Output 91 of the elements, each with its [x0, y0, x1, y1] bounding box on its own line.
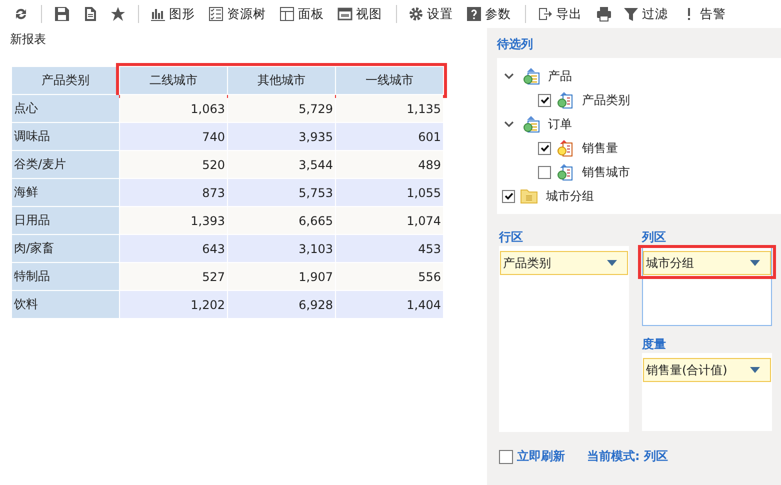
tree-item[interactable]: 产品类别 — [582, 92, 630, 108]
measure-icon — [556, 139, 574, 157]
table-cell: 1,404 — [336, 291, 443, 318]
checkbox[interactable] — [538, 166, 551, 178]
refresh-icon — [13, 6, 29, 22]
row-header-cell: 饮料 — [12, 291, 119, 318]
field-chip[interactable]: 城市分组 — [643, 251, 771, 275]
caret-icon — [750, 260, 760, 266]
checkbox[interactable] — [502, 190, 515, 202]
table-cell: 6,928 — [228, 291, 335, 318]
folder-icon — [520, 187, 538, 205]
table-cell: 520 — [120, 151, 227, 178]
panel-title: 待选列 — [497, 36, 534, 53]
table-cell: 1,135 — [336, 95, 443, 122]
table-cell: 643 — [120, 235, 227, 262]
toolbar-button[interactable]: 告警 — [677, 4, 733, 24]
tree-item[interactable]: 销售城市 — [582, 164, 630, 180]
table-cell: 1,202 — [120, 291, 227, 318]
row-header-cell: 谷类/麦片 — [12, 151, 119, 178]
zone-title: 列区 — [642, 229, 667, 246]
tree-item[interactable]: 销售量 — [582, 140, 618, 156]
window-icon — [337, 6, 353, 22]
table-cell: 5,753 — [228, 179, 335, 206]
toolbar-button[interactable]: 图形 — [146, 4, 202, 24]
table-cell: 489 — [336, 151, 443, 178]
table-cell: 6,665 — [228, 207, 335, 234]
row-header-cell: 调味品 — [12, 123, 119, 150]
row-header-cell: 肉/家畜 — [12, 235, 119, 262]
table-icon — [522, 115, 540, 133]
toolbar-button[interactable]: 参数 — [462, 4, 518, 24]
checkbox[interactable] — [499, 450, 513, 464]
table-cell: 1,074 — [336, 207, 443, 234]
checkbox[interactable] — [538, 142, 551, 154]
zone-title: 行区 — [499, 229, 524, 246]
row-header-cell: 海鲜 — [12, 179, 119, 206]
layout-icon — [279, 6, 295, 22]
checklist-icon — [208, 6, 224, 22]
header-cell: 一线城市 — [336, 67, 443, 94]
gear-icon — [408, 6, 424, 22]
toolbar-button[interactable]: 资源树 — [204, 4, 273, 24]
header-cell: 二线城市 — [120, 67, 227, 94]
toolbar-button[interactable]: 过滤 — [619, 4, 675, 24]
toolbar-button[interactable]: 面板 — [275, 4, 331, 24]
question-icon — [466, 6, 482, 22]
dimension-icon — [556, 163, 574, 181]
table-cell: 5,729 — [228, 95, 335, 122]
caret-icon — [607, 260, 617, 266]
field-chip[interactable]: 销售量(合计值) — [643, 358, 771, 382]
bar-chart-icon — [150, 6, 166, 22]
table-cell: 3,935 — [228, 123, 335, 150]
row-header-cell: 点心 — [12, 95, 119, 122]
table-cell: 1,907 — [228, 263, 335, 290]
table-cell: 1,055 — [336, 179, 443, 206]
document-icon — [82, 6, 98, 22]
table-cell: 601 — [336, 123, 443, 150]
dimension-icon — [556, 91, 574, 109]
table-cell: 3,544 — [228, 151, 335, 178]
table-cell: 453 — [336, 235, 443, 262]
exclamation-icon — [687, 7, 691, 21]
tree-item[interactable]: 产品 — [548, 68, 572, 84]
table-cell: 1,393 — [120, 207, 227, 234]
table-cell: 556 — [336, 263, 443, 290]
checkbox-label[interactable]: 立即刷新 — [517, 448, 565, 465]
tree-item[interactable]: 订单 — [548, 116, 572, 132]
zone-title: 度量 — [642, 336, 667, 353]
table-icon — [522, 67, 540, 85]
printer-icon — [596, 6, 612, 22]
tree-item[interactable]: 城市分组 — [546, 188, 594, 204]
toolbar-button[interactable]: 视图 — [333, 4, 389, 24]
save-icon — [54, 6, 70, 22]
table-cell: 527 — [120, 263, 227, 290]
table-cell: 873 — [120, 179, 227, 206]
table-cell: 740 — [120, 123, 227, 150]
toolbar-button[interactable]: 导出 — [533, 4, 589, 24]
row-header-cell: 日用品 — [12, 207, 119, 234]
export-icon — [537, 6, 553, 22]
header-cell: 其他城市 — [228, 67, 335, 94]
row-header-cell: 特制品 — [12, 263, 119, 290]
report-title: 新报表 — [10, 31, 47, 48]
toolbar-button[interactable]: 设置 — [404, 4, 460, 24]
header-cell: 产品类别 — [12, 67, 119, 94]
caret-icon — [750, 367, 760, 373]
checkbox[interactable] — [538, 94, 551, 106]
mode-label: 当前模式: 列区 — [587, 448, 668, 465]
field-chip[interactable]: 产品类别 — [500, 251, 628, 275]
table-cell: 3,103 — [228, 235, 335, 262]
chevron-icon[interactable] — [504, 119, 514, 129]
chevron-icon[interactable] — [504, 71, 514, 81]
filter-icon — [623, 6, 639, 22]
table-cell: 1,063 — [120, 95, 227, 122]
star-icon — [110, 6, 126, 22]
